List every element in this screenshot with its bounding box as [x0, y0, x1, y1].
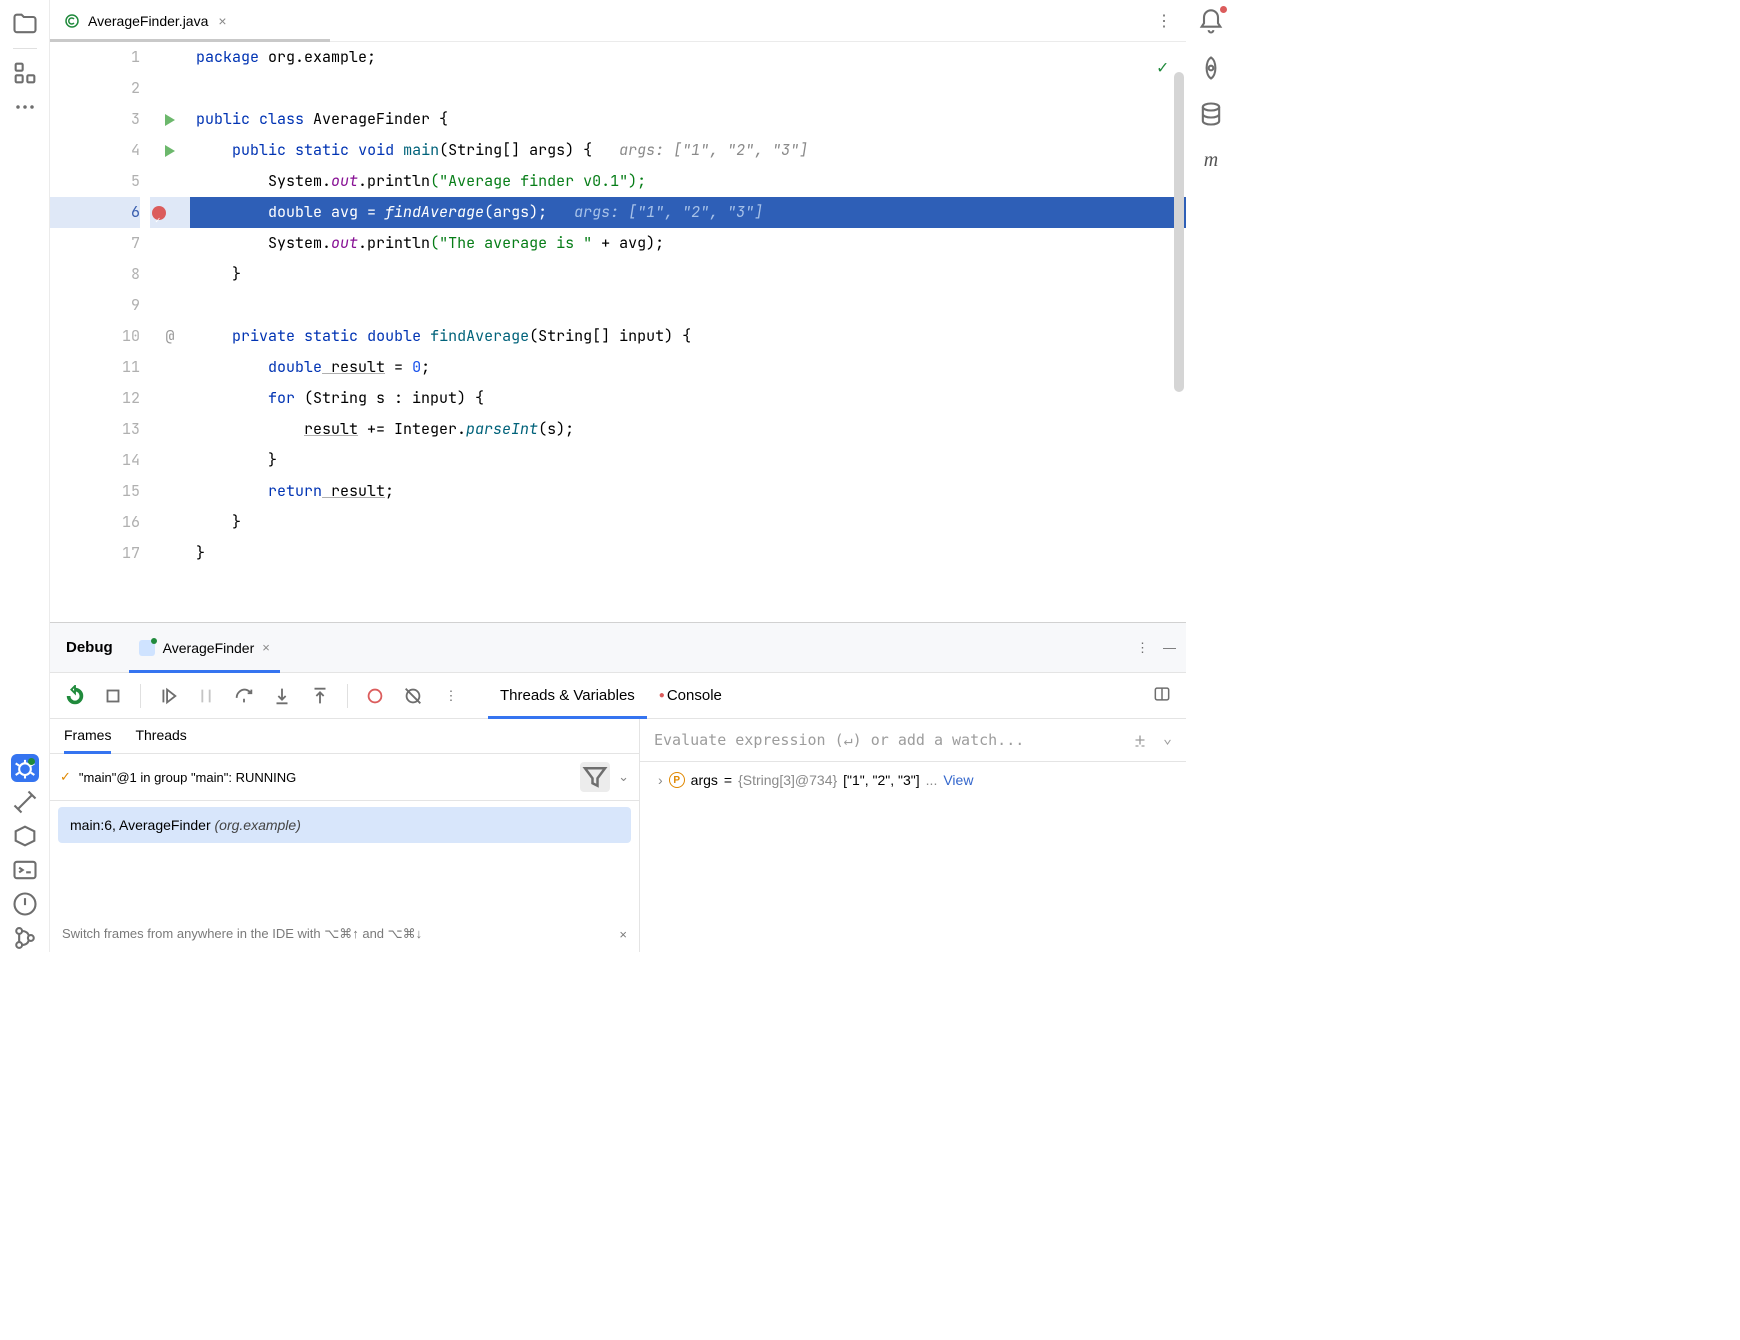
app-run-icon — [139, 640, 155, 656]
debug-title: Debug — [60, 639, 119, 656]
thread-name: "main"@1 in group "main": RUNNING — [79, 770, 296, 785]
tip-banner: Switch frames from anywhere in the IDE w… — [50, 916, 639, 952]
expand-icon[interactable]: › — [658, 772, 663, 788]
debug-toolbar: ⋮ Threads & Variables ●Console — [50, 673, 1186, 719]
more-icon[interactable] — [11, 93, 39, 121]
run-gutter-icon[interactable] — [165, 114, 175, 126]
terminal-icon[interactable] — [11, 856, 39, 884]
database-icon[interactable] — [1197, 100, 1225, 128]
code-editor[interactable]: 1 2 3 4 5 6 7 8 9 10 11 12 13 14 15 16 1 — [50, 42, 1186, 622]
inspections-ok-icon[interactable]: ✓ — [1157, 52, 1168, 83]
threads-variables-tab[interactable]: Threads & Variables — [488, 674, 647, 718]
project-icon[interactable] — [11, 10, 39, 38]
debug-panel: Debug AverageFinder × ⋮ — — [50, 622, 1186, 952]
variable-row[interactable]: › P args = {String[3]@734} ["1", "2", "3… — [640, 762, 1186, 798]
scrollbar-thumb[interactable] — [1174, 72, 1184, 392]
debug-tool-icon[interactable] — [11, 754, 39, 782]
rerun-icon[interactable] — [64, 685, 86, 707]
mute-breakpoints-icon[interactable] — [402, 685, 424, 707]
resume-icon[interactable] — [157, 685, 179, 707]
chevron-down-icon[interactable]: ⌄ — [1163, 729, 1172, 751]
close-icon[interactable]: × — [262, 640, 270, 655]
evaluate-input[interactable]: Evaluate expression (↵) or add a watch..… — [640, 719, 1186, 762]
editor-menu-icon[interactable]: ⋮ — [1156, 11, 1172, 31]
stack-frame[interactable]: main:6, AverageFinder (org.example) — [58, 807, 631, 843]
ai-icon[interactable] — [1197, 54, 1225, 82]
thread-row[interactable]: ✓ "main"@1 in group "main": RUNNING ⌄ — [50, 754, 639, 801]
vcs-icon[interactable] — [11, 924, 39, 952]
chevron-down-icon[interactable]: ⌄ — [618, 769, 629, 785]
thread-status-icon: ✓ — [60, 769, 71, 785]
stop-icon[interactable] — [102, 685, 124, 707]
threads-tab[interactable]: Threads — [135, 727, 186, 753]
override-icon[interactable]: @ — [165, 321, 174, 352]
gutter-icons: @ — [150, 42, 190, 622]
close-icon[interactable]: × — [619, 927, 627, 942]
minimize-icon[interactable]: — — [1163, 640, 1176, 656]
variables-pane: Evaluate expression (↵) or add a watch..… — [640, 719, 1186, 952]
console-tab[interactable]: ●Console — [647, 674, 734, 718]
step-out-icon[interactable] — [309, 685, 331, 707]
java-class-icon — [64, 13, 80, 29]
step-over-icon[interactable] — [233, 685, 255, 707]
kebab-icon[interactable]: ⋮ — [1136, 640, 1149, 656]
breakpoint-icon[interactable] — [152, 206, 166, 220]
current-exec-line: double avg = findAverage(args); args: ["… — [190, 197, 1186, 228]
code-area[interactable]: package org.example; public class Averag… — [190, 42, 1186, 622]
problems-icon[interactable] — [11, 890, 39, 918]
frames-pane: Frames Threads ✓ "main"@1 in group "main… — [50, 719, 640, 952]
param-icon: P — [669, 772, 685, 788]
view-link[interactable]: View — [943, 772, 973, 788]
left-tool-rail — [0, 0, 50, 952]
more-actions-icon[interactable]: ⋮ — [440, 685, 462, 707]
line-numbers: 1 2 3 4 5 6 7 8 9 10 11 12 13 14 15 16 1 — [50, 42, 150, 622]
filter-icon[interactable] — [580, 762, 610, 792]
frames-tab[interactable]: Frames — [64, 727, 111, 753]
pause-icon[interactable] — [195, 685, 217, 707]
right-tool-rail: m — [1186, 0, 1236, 952]
layout-icon[interactable] — [1152, 684, 1172, 707]
tab-label: AverageFinder.java — [88, 13, 208, 29]
structure-icon[interactable] — [11, 59, 39, 87]
editor-tabbar: AverageFinder.java × ⋮ — [50, 0, 1186, 42]
step-into-icon[interactable] — [271, 685, 293, 707]
add-watch-icon[interactable] — [1131, 729, 1149, 751]
services-icon[interactable] — [11, 822, 39, 850]
maven-icon[interactable]: m — [1197, 146, 1225, 174]
run-gutter-icon[interactable] — [165, 145, 175, 157]
build-icon[interactable] — [11, 788, 39, 816]
editor-tab[interactable]: AverageFinder.java × — [50, 0, 243, 41]
debug-session-tab[interactable]: AverageFinder × — [129, 623, 280, 672]
view-breakpoints-icon[interactable] — [364, 685, 386, 707]
notifications-icon[interactable] — [1197, 8, 1225, 36]
close-icon[interactable]: × — [216, 13, 228, 29]
